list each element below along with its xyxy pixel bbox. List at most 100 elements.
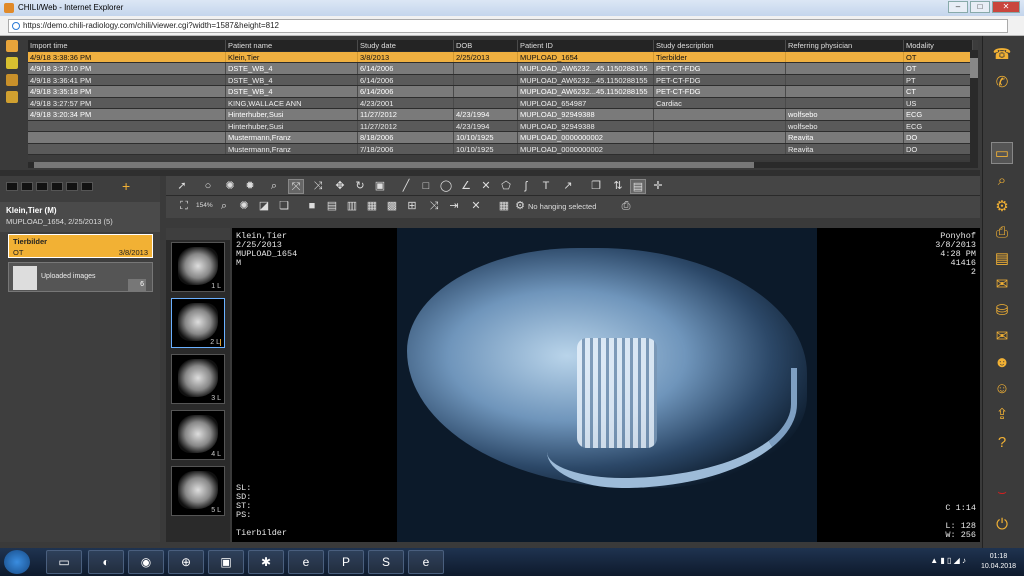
table-row[interactable]: 4/9/18 3:37:10 PM DSTE_WB_4 6/14/2006 MUPLO… [28, 63, 973, 75]
layout-3-button[interactable] [36, 182, 48, 191]
close-button[interactable]: ✕ [992, 1, 1020, 13]
network-taskbar-icon[interactable]: ⊕ [168, 550, 204, 574]
rotate-icon[interactable]: ↻ [352, 179, 368, 194]
annotation-icon[interactable]: ▤ [630, 179, 646, 194]
zoom-icon[interactable]: ⌕ [266, 179, 282, 194]
hanging-protocol-select[interactable]: No hanging selected [528, 202, 596, 211]
taskbar-app-icon[interactable]: ◐ [88, 550, 124, 574]
search-icon[interactable]: ⌕ [991, 170, 1013, 192]
table-vertical-scrollbar[interactable] [970, 50, 978, 162]
help-icon[interactable]: ? [991, 432, 1013, 454]
hanging-settings-icon[interactable]: ⚙ [512, 199, 528, 214]
clipboard-icon[interactable]: ▤ [991, 248, 1013, 270]
table-row[interactable]: 4/9/18 3:20:34 PM Hinterhuber,Susi 11/27/2… [28, 109, 973, 121]
brightness-icon[interactable]: ✺ [222, 179, 238, 194]
fit-icon[interactable]: ▣ [372, 179, 388, 194]
firefox-taskbar-icon[interactable]: ◉ [128, 550, 164, 574]
table-row[interactable]: Mustermann,Franz 7/18/2006 10/10/1925 MUPLO… [28, 143, 973, 155]
layout-2x2-icon[interactable]: ▦ [364, 199, 380, 214]
minimize-button[interactable]: – [948, 1, 968, 13]
gear-icon[interactable]: ⚙ [991, 196, 1013, 218]
filter-icon[interactable] [6, 57, 18, 69]
window-level-icon[interactable]: ✺ [236, 199, 252, 214]
next-series-icon[interactable]: ⇥ [446, 199, 462, 214]
user-icon[interactable]: ☺ [991, 378, 1013, 400]
rectangle-tool-icon[interactable]: □ [418, 179, 434, 194]
printer-icon[interactable]: ⎙ [991, 222, 1013, 244]
mail-icon[interactable]: ✉ [991, 274, 1013, 296]
database-icon[interactable]: ⛁ [991, 300, 1013, 322]
phone-icon[interactable]: ☎ [991, 44, 1013, 66]
series-thumbnail-5[interactable]: 5 L [171, 466, 225, 516]
print-icon[interactable]: ⎙ [618, 199, 634, 214]
ellipse-tool-icon[interactable]: ◯ [438, 179, 454, 194]
system-tray-icons[interactable]: ▲ ▮ ▯ ◢ ♪ [930, 556, 966, 565]
table-horizontal-scrollbar[interactable] [28, 162, 978, 168]
table-row[interactable]: 4/9/18 3:36:41 PM DSTE_WB_4 6/14/2006 MUPLO… [28, 74, 973, 86]
layout-2x1-icon[interactable]: ▥ [344, 199, 360, 214]
series-card[interactable]: Uploaded images 6 [8, 262, 153, 292]
arrow-tool-icon[interactable]: ↗ [560, 179, 576, 194]
folder-icon[interactable] [6, 40, 18, 52]
freehand-tool-icon[interactable]: ʃ [518, 179, 534, 194]
monitor-icon[interactable]: ▭ [991, 142, 1013, 164]
export-icon[interactable]: ⇪ [991, 404, 1013, 426]
series-thumbnail-1[interactable]: 1 L [171, 242, 225, 292]
circle-tool-icon[interactable]: ○ [200, 179, 216, 194]
hanging-protocol-icon[interactable]: ▦ [496, 199, 512, 214]
clock[interactable]: 01:18 10.04.2018 [981, 552, 1016, 572]
layout-2-button[interactable] [21, 182, 33, 191]
invert-icon[interactable]: ◪ [256, 199, 272, 214]
paint-taskbar-icon[interactable]: ✱ [248, 550, 284, 574]
table-row[interactable]: 4/9/18 3:38:36 PM Klein,Tier 3/8/2013 2/25/… [28, 51, 973, 63]
layout-1x1-icon[interactable]: ■ [304, 199, 320, 214]
polygon-tool-icon[interactable]: ⬠ [498, 179, 514, 194]
image-viewport[interactable]: Klein,Tier 2/25/2013 MUPLOAD_1654 M Pony… [232, 228, 980, 542]
series-thumbnail-2[interactable]: 2 L [171, 298, 225, 348]
table-row[interactable]: Hinterhuber,Susi 11/27/2012 4/23/1994 MUPLO… [28, 120, 973, 132]
text-tool-icon[interactable]: T [538, 179, 554, 194]
send-mail-icon[interactable]: ✉ [991, 326, 1013, 348]
layout-4x4-icon[interactable]: ⊞ [404, 199, 420, 214]
pan-icon[interactable]: ⤧ [288, 179, 304, 194]
powerpoint-taskbar-icon[interactable]: P [328, 550, 364, 574]
table-row[interactable]: 4/9/18 3:35:18 PM DSTE_WB_4 6/14/2006 MUPLO… [28, 86, 973, 98]
copy-icon[interactable]: ❐ [588, 179, 604, 194]
magnify-icon[interactable]: ⌕ [216, 199, 232, 214]
contrast-icon[interactable]: ✹ [242, 179, 258, 194]
ie-taskbar-icon[interactable]: e [288, 550, 324, 574]
column-header[interactable]: Referring physician [786, 40, 904, 51]
table-row[interactable]: 4/9/18 3:27:57 PM KING,WALLACE ANN 4/23/20… [28, 97, 973, 109]
scroll-icon[interactable]: ⤨ [310, 179, 326, 194]
layout-3x3-icon[interactable]: ▩ [384, 199, 400, 214]
line-tool-icon[interactable]: ╱ [398, 179, 414, 194]
explorer-taskbar-icon[interactable]: ▭ [46, 550, 82, 574]
skype-taskbar-icon[interactable]: S [368, 550, 404, 574]
start-button[interactable] [4, 550, 30, 574]
hangup-icon[interactable]: ✆ [991, 72, 1013, 94]
sort-icon[interactable]: ⇅ [610, 179, 626, 194]
cobb-angle-icon[interactable]: ✕ [478, 179, 494, 194]
reset-icon[interactable]: ✕ [468, 199, 484, 214]
layout-5-button[interactable] [66, 182, 78, 191]
remote-desktop-taskbar-icon[interactable]: ▣ [208, 550, 244, 574]
pointer-icon[interactable]: ➚ [174, 179, 190, 194]
move-icon[interactable]: ✥ [332, 179, 348, 194]
column-header[interactable]: Study description [654, 40, 786, 51]
layout-1-button[interactable] [6, 182, 18, 191]
series-thumbnail-3[interactable]: 3 L [171, 354, 225, 404]
add-icon[interactable]: + [122, 178, 130, 194]
crosshair-icon[interactable]: ✛ [650, 179, 666, 194]
layout-4-button[interactable] [51, 182, 63, 191]
sync-icon[interactable]: ⤨ [426, 199, 442, 214]
column-header[interactable]: Patient ID [518, 40, 654, 51]
power-icon[interactable]: ⏻ [991, 514, 1013, 536]
fit-view-icon[interactable]: ⛶ [176, 199, 192, 214]
column-header[interactable]: Import time [28, 40, 226, 51]
layout-1x2-icon[interactable]: ▤ [324, 199, 340, 214]
ie-active-taskbar-icon[interactable]: e [408, 550, 444, 574]
table-row[interactable]: Mustermann,Franz 8/18/2006 10/10/1925 MUPLO… [28, 132, 973, 144]
column-header[interactable]: DOB [454, 40, 518, 51]
stack-icon[interactable]: ❏ [276, 199, 292, 214]
settings-icon[interactable] [6, 91, 18, 103]
